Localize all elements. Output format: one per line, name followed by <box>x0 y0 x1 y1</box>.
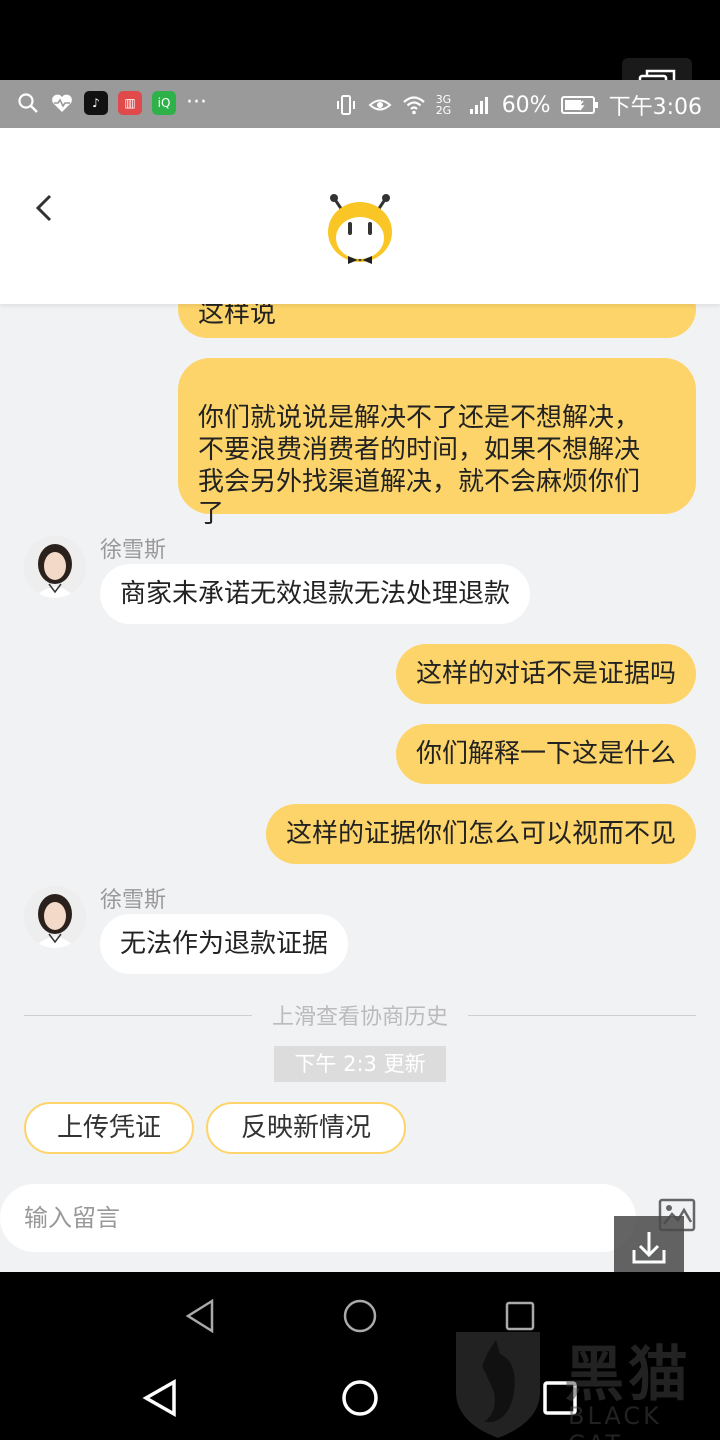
black-cat-watermark: 黑猫 BLACK CAT <box>448 1322 720 1440</box>
message-text: 这样的证据你们怎么可以视而不见 <box>285 819 676 849</box>
message-text: 无法作为退款证据 <box>120 929 329 959</box>
message-bubble-agent: 无法作为退款证据 <box>100 914 349 974</box>
tiktok-icon: ♪ <box>84 90 108 115</box>
mascot-logo <box>328 194 392 264</box>
top-black-bar <box>0 0 720 80</box>
app-header <box>0 128 720 304</box>
agent-avatar[interactable] <box>24 536 86 598</box>
black-cat-logo-icon <box>456 1332 540 1438</box>
home-circle-icon[interactable] <box>340 1378 380 1418</box>
status-bar: ♪ ▥ iQ ··· 3G 2G 60% 下午3:06 <box>0 80 720 128</box>
message-text: 你们解释一下这是什么 <box>415 739 676 769</box>
message-bubble-me: 这样的对话不是证据吗 <box>395 644 696 704</box>
sender-name: 徐雪斯 <box>100 538 167 563</box>
message-bubble-me: 你们就说说是解决不了还是不想解决， 不要浪费消费者的时间，如果不想解决 我会另外… <box>178 358 696 529</box>
message-text: 商家未承诺无效退款无法处理退款 <box>120 579 511 609</box>
message-bubble-me: 你们解释一下这是什么 <box>395 724 696 784</box>
battery-charging-icon <box>560 96 598 114</box>
signal-icon <box>469 97 488 114</box>
upload-evidence-button[interactable]: 上传凭证 <box>24 1102 194 1154</box>
status-bar-right: 3G 2G 60% 下午3:06 <box>334 89 702 121</box>
message-input[interactable] <box>0 1184 636 1252</box>
message-input-box[interactable] <box>0 1184 636 1252</box>
message-text: 这样的对话不是证据吗 <box>415 659 676 689</box>
agent-avatar[interactable] <box>24 886 86 948</box>
message-bubble-me: 这样的证据你们怎么可以视而不见 <box>265 804 696 864</box>
agent-photo-icon <box>24 886 86 948</box>
message-bubble-me: 这样说 <box>178 304 696 338</box>
download-icon <box>632 1232 666 1264</box>
status-time: 下午3:06 <box>608 95 702 120</box>
watermark-subtitle: BLACK CAT <box>568 1402 662 1440</box>
report-new-situation-button[interactable]: 反映新情况 <box>206 1102 406 1154</box>
message-bubble-agent: 商家未承诺无效退款无法处理退款 <box>100 564 531 624</box>
back-arrow-icon[interactable] <box>26 188 66 228</box>
message-text: 你们就说说是解决不了还是不想解决， 不要浪费消费者的时间，如果不想解决 我会另外… <box>198 403 641 529</box>
search-icon <box>18 92 38 113</box>
history-hint[interactable]: 上滑查看协商历史 <box>0 999 720 1031</box>
back-triangle-icon[interactable] <box>140 1378 180 1418</box>
home-circle-icon[interactable] <box>342 1298 378 1334</box>
eye-comfort-icon <box>368 99 392 111</box>
update-time-chip: 下午 2:3 更新 <box>274 1046 446 1082</box>
watermark-title: 黑猫 <box>564 1340 692 1410</box>
vibrate-icon <box>336 95 355 115</box>
download-button[interactable] <box>614 1216 684 1272</box>
status-bar-left: ♪ ▥ iQ ··· <box>16 90 207 115</box>
network-type-label: 3G 2G <box>435 93 452 117</box>
battery-percent: 60% <box>501 92 551 118</box>
more-notifications-icon: ··· <box>186 90 207 115</box>
book-app-icon: ▥ <box>118 90 142 115</box>
sender-name: 徐雪斯 <box>100 888 167 913</box>
message-text: 这样说 <box>198 304 277 329</box>
iqiyi-icon: iQ <box>152 90 176 115</box>
heart-rate-icon <box>52 94 72 112</box>
agent-photo-icon <box>24 536 86 598</box>
back-triangle-icon[interactable] <box>182 1298 218 1334</box>
wifi-icon <box>402 96 425 115</box>
chat-area[interactable]: 这样说 你们就说说是解决不了还是不想解决， 不要浪费消费者的时间，如果不想解决 … <box>0 304 720 1272</box>
